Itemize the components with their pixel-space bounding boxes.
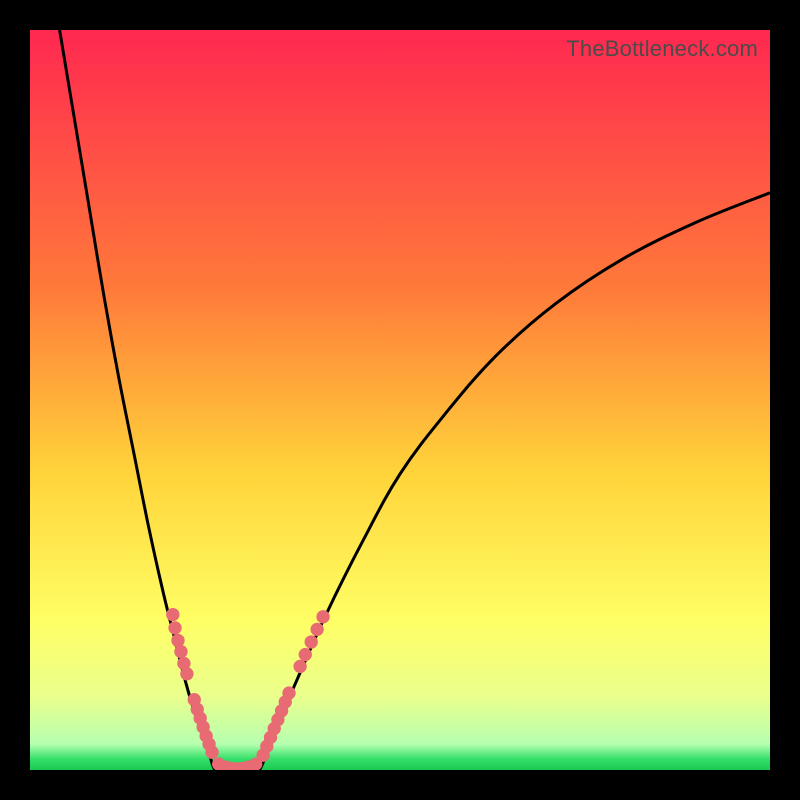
data-marker: [205, 746, 218, 759]
data-marker: [282, 686, 295, 699]
plot-area: TheBottleneck.com: [30, 30, 770, 770]
data-marker: [299, 648, 312, 661]
curve-path: [60, 30, 770, 770]
data-marker: [310, 623, 323, 636]
chart-svg: [30, 30, 770, 770]
data-marker: [293, 660, 306, 673]
data-marker: [174, 645, 187, 658]
data-marker: [166, 608, 179, 621]
marker-layer: [166, 608, 330, 770]
watermark-text: TheBottleneck.com: [566, 36, 758, 62]
data-marker: [168, 621, 181, 634]
data-marker: [316, 610, 329, 623]
data-marker: [305, 635, 318, 648]
outer-frame: TheBottleneck.com: [0, 0, 800, 800]
data-marker: [180, 667, 193, 680]
